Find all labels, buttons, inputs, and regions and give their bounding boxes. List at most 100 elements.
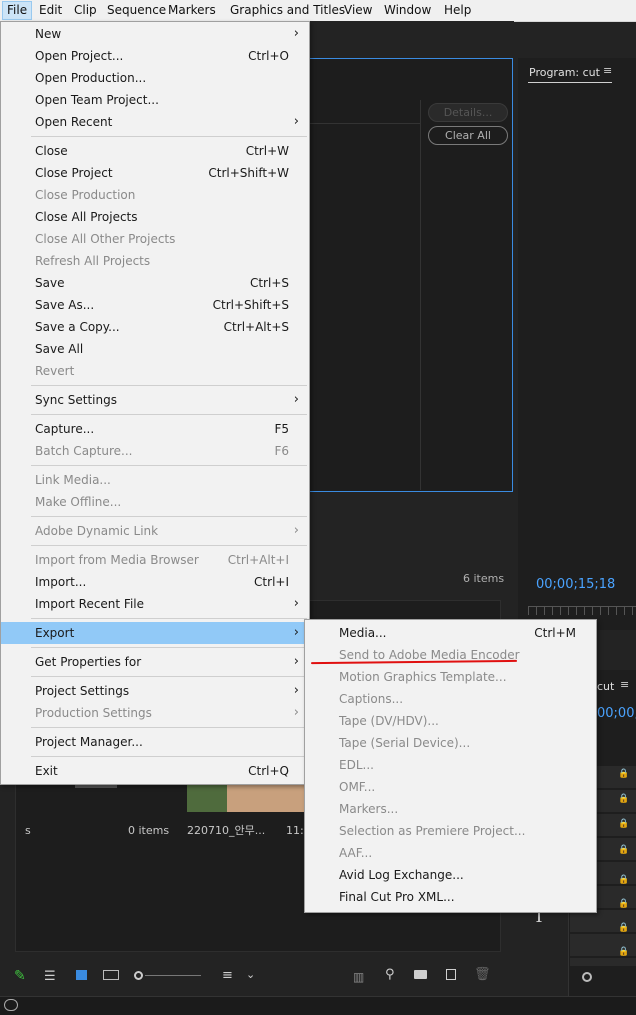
menu-item-label: Batch Capture... [35, 444, 133, 458]
file-menu-item-close-all-projects[interactable]: Close All Projects [1, 206, 309, 228]
chevron-right-icon: › [293, 596, 299, 611]
chevron-down-icon[interactable]: ⌄ [246, 968, 255, 981]
hamburger-icon[interactable]: ≡ [603, 65, 613, 76]
timeline-hamburger-icon[interactable]: ≡ [620, 679, 630, 690]
timeline-timecode[interactable]: 00;00;1 [597, 706, 636, 721]
menu-edit[interactable]: Edit [35, 2, 66, 19]
source-inner-divider [420, 100, 421, 490]
file-menu-item-project-manager[interactable]: Project Manager... [1, 731, 309, 753]
menu-item-shortcut: F5 [274, 422, 289, 436]
export-menu-item-final-cut-pro-xml[interactable]: Final Cut Pro XML... [305, 886, 596, 908]
details-button[interactable]: Details... [428, 103, 508, 122]
menu-bar: File Edit Clip Sequence Markers Graphics and … [0, 0, 636, 22]
menu-clip[interactable]: Clip [70, 2, 101, 19]
sort-icon[interactable]: ≡ [222, 968, 233, 983]
export-menu-item-avid-log-exchange[interactable]: Avid Log Exchange... [305, 864, 596, 886]
file-menu-item-production-settings: Production Settings › [1, 702, 309, 724]
search-icon[interactable]: ⚲ [385, 967, 395, 982]
file-menu: New › Open Project... Ctrl+O Open Production… [0, 21, 310, 785]
file-menu-item-save-as[interactable]: Save As... Ctrl+Shift+S [1, 294, 309, 316]
lock-icon[interactable]: 🔒 [618, 846, 629, 855]
menu-item-label: Production Settings [35, 706, 152, 720]
icon-view-icon[interactable] [76, 970, 87, 980]
menu-markers[interactable]: Markers [164, 2, 220, 19]
file-menu-item-capture[interactable]: Capture... F5 [1, 418, 309, 440]
menu-item-label: Revert [35, 364, 75, 378]
source-inner-line [310, 123, 420, 124]
program-monitor-tab[interactable]: Program: cut [529, 66, 600, 79]
bin-row-name[interactable]: 220710_안무... [187, 822, 265, 838]
clip-thumbnail[interactable] [187, 783, 307, 812]
menu-separator [31, 647, 307, 648]
file-menu-item-export[interactable]: Export › [1, 622, 309, 644]
program-timecode[interactable]: 00;00;15;18 [536, 577, 615, 592]
file-menu-item-open-production[interactable]: Open Production... [1, 67, 309, 89]
file-menu-item-new[interactable]: New › [1, 23, 309, 45]
menu-item-label: Motion Graphics Template... [339, 670, 507, 684]
bin-row-left: s [25, 824, 31, 837]
menu-item-label: Open Project... [35, 49, 124, 63]
menu-item-label: Get Properties for [35, 655, 142, 669]
timeline-tab[interactable]: cut [597, 680, 614, 693]
menu-view[interactable]: View [340, 2, 376, 19]
menu-sequence[interactable]: Sequence [103, 2, 170, 19]
file-menu-item-import-from-media-browser: Import from Media Browser Ctrl+Alt+I [1, 549, 309, 571]
lock-icon[interactable]: 🔒 [618, 948, 629, 957]
file-menu-item-open-team-project[interactable]: Open Team Project... [1, 89, 309, 111]
menu-graphics-and-titles[interactable]: Graphics and Titles [226, 2, 349, 19]
chevron-right-icon: › [293, 523, 299, 538]
menu-item-shortcut: F6 [274, 444, 289, 458]
file-menu-item-save-all[interactable]: Save All [1, 338, 309, 360]
folder-icon[interactable] [414, 970, 427, 979]
lock-icon[interactable]: 🔒 [618, 924, 629, 933]
file-menu-item-import-recent-file[interactable]: Import Recent File › [1, 593, 309, 615]
lock-icon[interactable]: 🔒 [618, 795, 629, 804]
file-menu-item-open-recent[interactable]: Open Recent › [1, 111, 309, 133]
file-menu-item-project-settings[interactable]: Project Settings › [1, 680, 309, 702]
automate-icon[interactable]: ▥ [353, 970, 364, 984]
menu-window[interactable]: Window [380, 2, 435, 19]
menu-item-label: Tape (DV/HDV)... [339, 714, 439, 728]
menu-item-shortcut: Ctrl+S [249, 276, 289, 290]
lock-icon[interactable]: 🔒 [618, 876, 629, 885]
file-menu-item-import[interactable]: Import... Ctrl+I [1, 571, 309, 593]
trash-icon[interactable]: 🗑 [474, 967, 491, 982]
file-menu-item-close-project[interactable]: Close Project Ctrl+Shift+W [1, 162, 309, 184]
list-view-icon[interactable]: ☰ [44, 969, 56, 984]
menu-item-label: Adobe Dynamic Link [35, 524, 159, 538]
menu-item-shortcut: Ctrl+Alt+S [223, 320, 289, 334]
lock-icon[interactable]: 🔒 [618, 770, 629, 779]
timeline-scroll-handle[interactable] [582, 972, 592, 982]
bin-row-items: 0 items [128, 824, 170, 837]
file-menu-item-close[interactable]: Close Ctrl+W [1, 140, 309, 162]
file-menu-item-sync-settings[interactable]: Sync Settings › [1, 389, 309, 411]
menu-item-label: Captions... [339, 692, 404, 706]
freeform-view-icon[interactable] [103, 970, 119, 980]
file-menu-item-get-properties-for[interactable]: Get Properties for › [1, 651, 309, 673]
file-menu-item-save[interactable]: Save Ctrl+S [1, 272, 309, 294]
menu-item-label: Save As... [35, 298, 95, 312]
file-menu-item-save-a-copy[interactable]: Save a Copy... Ctrl+Alt+S [1, 316, 309, 338]
menu-item-label: Final Cut Pro XML... [339, 890, 455, 904]
menu-separator [31, 516, 307, 517]
file-menu-item-exit[interactable]: Exit Ctrl+Q [1, 760, 309, 782]
chevron-right-icon: › [293, 114, 299, 129]
lock-icon[interactable]: 🔒 [618, 900, 629, 909]
pencil-icon[interactable]: ✎ [14, 968, 26, 984]
zoom-slider-track[interactable] [145, 975, 201, 976]
new-item-icon[interactable] [446, 969, 456, 980]
clear-all-button[interactable]: Clear All [428, 126, 508, 145]
export-menu-item-media[interactable]: Media... Ctrl+M [305, 622, 596, 644]
menu-item-shortcut: Ctrl+Shift+W [208, 166, 289, 180]
zoom-slider-knob[interactable] [134, 971, 143, 980]
chevron-right-icon: › [293, 392, 299, 407]
menu-separator [31, 756, 307, 757]
lock-icon[interactable]: 🔒 [618, 820, 629, 829]
menu-item-label: Project Settings [35, 684, 130, 698]
menu-file[interactable]: File [2, 1, 33, 20]
export-menu-item-tape-dv-hdv: Tape (DV/HDV)... [305, 710, 596, 732]
menu-item-label: Project Manager... [35, 735, 143, 749]
creative-cloud-icon[interactable] [4, 999, 18, 1011]
menu-help[interactable]: Help [440, 2, 475, 19]
file-menu-item-open-project[interactable]: Open Project... Ctrl+O [1, 45, 309, 67]
